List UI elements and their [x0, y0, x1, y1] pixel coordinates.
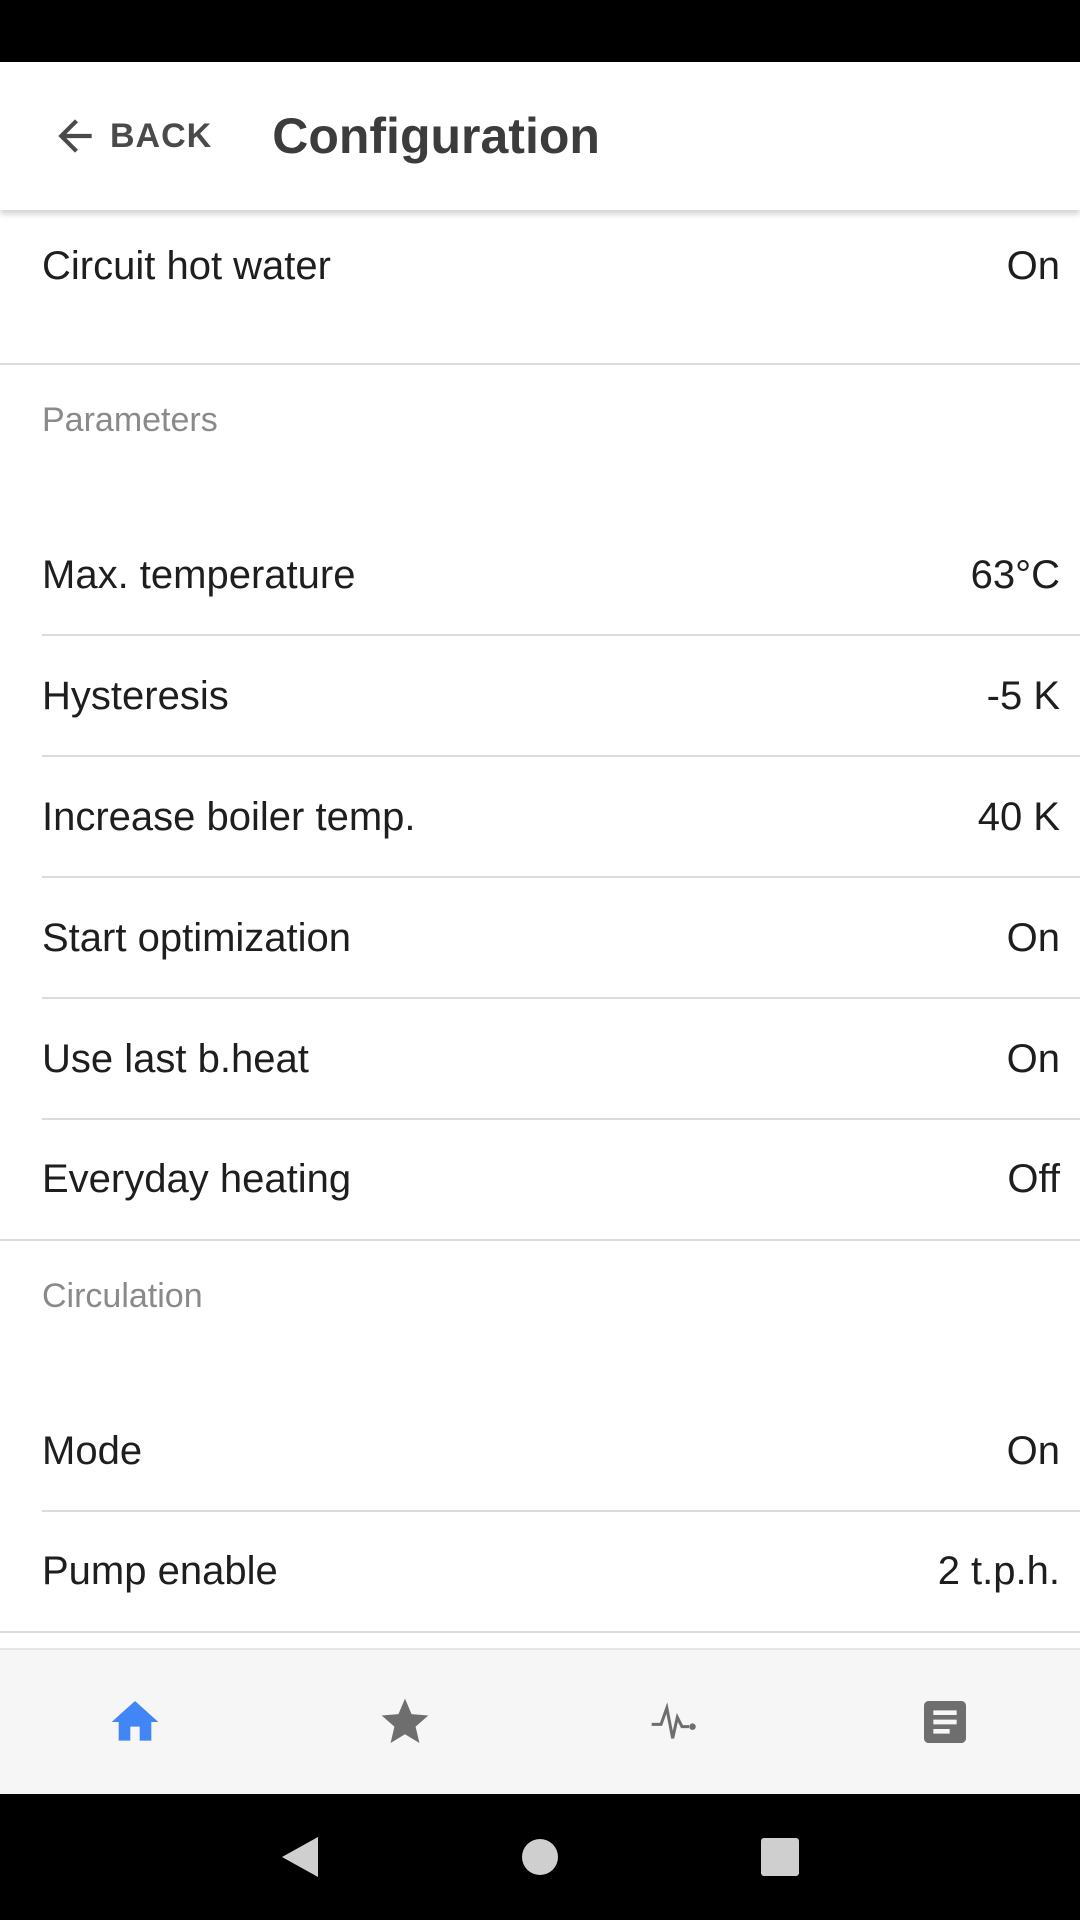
system-back-button[interactable] [270, 1827, 330, 1887]
system-home-button[interactable] [510, 1827, 570, 1887]
setting-label: Hysteresis [42, 674, 229, 718]
nav-log[interactable] [885, 1662, 1005, 1782]
recents-square-icon [761, 1838, 799, 1876]
setting-value: On [1006, 244, 1060, 288]
setting-row-hysteresis[interactable]: Hysteresis -5 K [0, 636, 1080, 757]
setting-label: Start optimization [42, 916, 352, 960]
arrow-left-icon [58, 119, 92, 153]
setting-label: Everyday heating [42, 1157, 352, 1201]
document-icon [924, 1701, 966, 1743]
bottom-navigation [0, 1648, 1080, 1794]
nav-favorites[interactable] [345, 1662, 465, 1782]
system-navigation-bar [0, 1794, 1080, 1920]
setting-label: Pump enable [42, 1549, 278, 1593]
nav-home[interactable] [75, 1662, 195, 1782]
setting-label: Mode [42, 1429, 143, 1473]
setting-value: On [1006, 916, 1060, 960]
setting-label: Max. temperature [42, 553, 356, 597]
section-header-parameters: Parameters [42, 401, 218, 439]
setting-label: Increase boiler temp. [42, 795, 416, 839]
status-bar [0, 0, 1080, 62]
system-recents-button[interactable] [750, 1827, 810, 1887]
setting-label: Circuit hot water [42, 244, 331, 288]
setting-value: Off [1007, 1157, 1060, 1201]
setting-value: On [1006, 1037, 1060, 1081]
back-triangle-icon [282, 1837, 318, 1877]
setting-value: 2 t.p.h. [937, 1549, 1060, 1593]
setting-value: 63°C [970, 553, 1060, 597]
setting-label: Use last b.heat [42, 1037, 309, 1081]
home-icon [111, 1701, 159, 1741]
setting-row-max-temperature[interactable]: Max. temperature 63°C [0, 515, 1080, 636]
home-circle-icon [522, 1839, 558, 1875]
setting-row-pump-enable[interactable]: Pump enable 2 t.p.h. [0, 1512, 1080, 1633]
setting-value: -5 K [986, 674, 1060, 718]
pulse-icon [651, 1702, 696, 1739]
section-header-circulation: Circulation [42, 1277, 203, 1315]
app-bar: BACK Configuration [0, 62, 1080, 210]
setting-value: On [1006, 1429, 1060, 1473]
back-button[interactable]: BACK [50, 96, 212, 176]
settings-list: Circuit hot water On Parameters Max. tem… [0, 210, 1080, 1648]
page-title: Configuration [272, 108, 600, 164]
setting-row-mode[interactable]: Mode On [0, 1391, 1080, 1512]
back-label: BACK [110, 116, 213, 155]
nav-charts[interactable] [615, 1662, 735, 1782]
setting-value: 40 K [977, 795, 1060, 839]
star-icon [381, 1698, 429, 1743]
setting-row-start-optimization[interactable]: Start optimization On [0, 878, 1080, 999]
setting-row-everyday-heating[interactable]: Everyday heating Off [0, 1120, 1080, 1241]
setting-row-use-last-b-heat[interactable]: Use last b.heat On [0, 999, 1080, 1120]
setting-row-increase-boiler-temp[interactable]: Increase boiler temp. 40 K [0, 757, 1080, 878]
setting-row-circuit-hot-water[interactable]: Circuit hot water On [0, 210, 1080, 365]
